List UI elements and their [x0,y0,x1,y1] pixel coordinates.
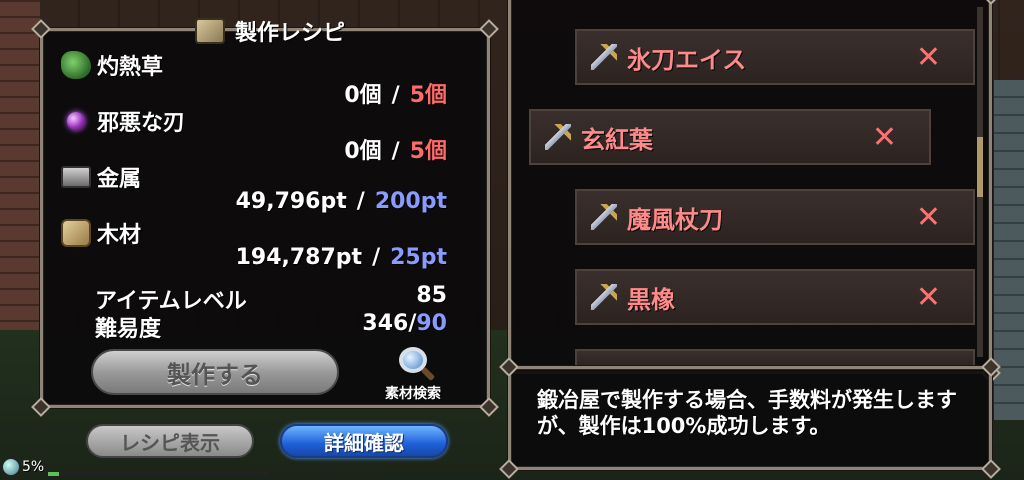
remove-icon[interactable]: ✕ [916,200,941,235]
material-amount: 0個 / 5個 [344,133,447,165]
material-name: 金属 [61,161,141,193]
recipe-title: 製作レシピ [235,21,346,46]
item-level-value: 85 [416,283,447,308]
message-panel: 鍛冶屋で製作する場合、手数料が発生しますが、製作は100%成功します。 [499,357,1001,479]
scroll-thumb[interactable] [977,137,983,197]
material-need: 5個 [409,83,447,108]
status-indicator: 5% [2,458,44,476]
material-name: 灼熱草 [61,49,163,81]
status-progress-fill [48,472,59,476]
status-orb-icon [2,458,20,476]
craft-button[interactable]: 製作する [91,349,339,395]
material-search-label: 素材検索 [385,386,441,402]
difficulty-max: 90 [416,311,447,336]
message-text: 鍛冶屋で製作する場合、手数料が発生しますが、製作は100%成功します。 [537,388,957,438]
recipe-display-button[interactable]: レシピ表示 [86,424,254,458]
wood-icon [61,219,91,247]
material-amount: 49,796pt / 200pt [236,189,447,214]
material-label: 金属 [97,167,142,192]
material-label: 邪悪な刃 [97,111,186,136]
recipe-panel: 製作レシピ 灼熱草 0個 / 5個 邪悪な刃 0個 / 5個 金属 49,796pt / 2… [31,18,499,417]
sword-icon [591,284,617,310]
list-item[interactable]: 魔風杖刀 ✕ [575,189,975,245]
material-need: 200pt [374,189,447,214]
corner-ornament [981,0,1001,5]
recipe-book-icon [195,18,225,44]
item-name: 氷刀エイス [627,45,747,74]
material-label: 木材 [97,223,142,248]
material-have: 49,796pt [235,189,347,214]
item-name: 魔風杖刀 [627,205,723,234]
list-scrollbar[interactable] [977,7,983,357]
detail-confirm-button[interactable]: 詳細確認 [280,424,448,458]
corner-ornament [479,19,499,39]
sword-icon [545,124,571,150]
remove-icon[interactable]: ✕ [872,120,897,155]
weapon-list-panel: 氷刀エイス ✕ 玄紅葉 ✕ 魔風杖刀 ✕ 黒橡 ✕ [508,0,1001,383]
remove-icon[interactable]: ✕ [916,280,941,315]
difficulty-current: 346 [362,311,409,336]
list-item[interactable]: 氷刀エイス ✕ [575,29,975,85]
material-label: 灼熱草 [97,55,164,80]
material-name: 木材 [61,217,141,249]
difficulty-label: 難易度 [95,317,162,342]
recipe-title-bar: 製作レシピ [173,11,403,51]
material-need: 25pt [390,245,447,270]
list-item[interactable]: 黒橡 ✕ [575,269,975,325]
amount-separator: / [356,189,365,214]
metal-icon [61,166,91,188]
material-have: 194,787pt [235,245,363,270]
difficulty-value: 346/90 [362,311,447,336]
amount-separator: / [372,245,381,270]
material-have: 0個 [344,83,382,108]
material-search-button[interactable]: 素材検索 [373,347,453,403]
sword-icon [591,44,617,70]
item-name: 玄紅葉 [581,125,653,154]
material-amount: 0個 / 5個 [344,77,447,109]
item-name: 黒橡 [627,285,675,314]
amount-separator: / [391,83,400,108]
amount-separator: / [391,139,400,164]
status-progress-bar [48,472,268,476]
herb-icon [61,51,91,79]
material-name: 邪悪な刃 [61,105,185,137]
list-item[interactable]: 玄紅葉 ✕ [529,109,931,165]
magnifier-icon [399,347,427,373]
material-need: 5個 [409,139,447,164]
remove-icon[interactable]: ✕ [916,40,941,75]
material-amount: 194,787pt / 25pt [236,245,447,270]
material-have: 0個 [344,139,382,164]
orb-icon [67,112,85,130]
status-text: 5% [22,459,45,475]
sword-icon [591,204,617,230]
